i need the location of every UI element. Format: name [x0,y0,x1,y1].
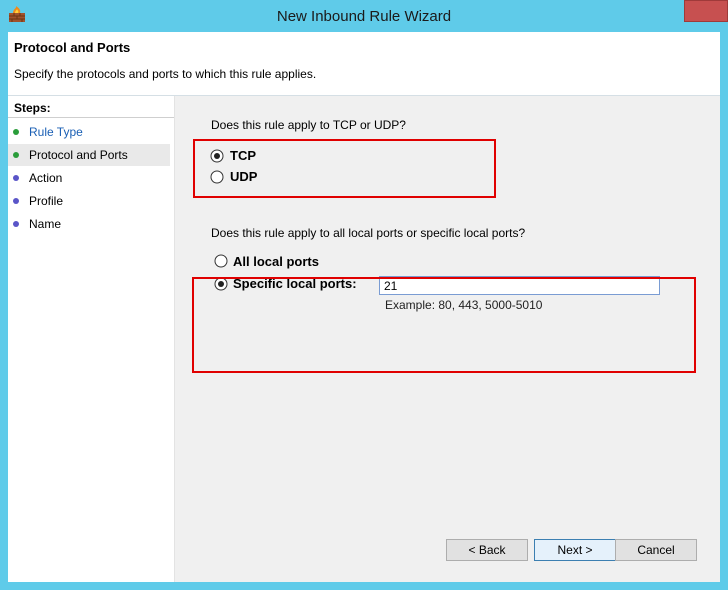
step-label: Action [29,171,63,185]
step-action: Action [8,167,170,189]
step-pending-dot-icon [13,221,19,227]
step-current-dot-icon [13,152,19,158]
cancel-button[interactable]: Cancel [615,539,697,561]
step-label: Profile [29,194,64,208]
wizard-window: Protocol and Ports Specify the protocols… [8,32,720,582]
protocol-question: Does this rule apply to TCP or UDP? [211,118,406,132]
back-button[interactable]: < Back [446,539,528,561]
step-label: Rule Type [29,125,83,139]
steps-divider [8,117,174,118]
title-bar: New Inbound Rule Wizard [0,0,728,32]
content-panel: Does this rule apply to TCP or UDP? TCP … [175,96,720,582]
step-name: Name [8,213,170,235]
steps-panel: Steps: Rule Type Protocol and Ports Acti… [8,96,175,582]
step-profile: Profile [8,190,170,212]
step-pending-dot-icon [13,175,19,181]
ports-highlight-box [192,277,696,373]
page-title: Protocol and Ports [14,40,131,55]
tcp-udp-highlight-box [193,139,496,198]
all-local-ports-radio[interactable] [214,254,228,268]
step-label: Protocol and Ports [29,148,128,162]
step-pending-dot-icon [13,198,19,204]
page-subtitle: Specify the protocols and ports to which… [14,67,317,81]
step-completed-dot-icon [13,129,19,135]
step-protocol-and-ports: Protocol and Ports [8,144,170,166]
next-button[interactable]: Next > [534,539,616,561]
window-title: New Inbound Rule Wizard [276,8,452,25]
ports-question: Does this rule apply to all local ports … [211,226,526,240]
wizard-header: Protocol and Ports Specify the protocols… [8,32,720,96]
close-button[interactable] [684,0,728,22]
steps-label: Steps: [14,101,51,115]
all-local-ports-label[interactable]: All local ports [233,254,319,269]
step-rule-type[interactable]: Rule Type [8,121,170,143]
step-label: Name [29,217,62,231]
